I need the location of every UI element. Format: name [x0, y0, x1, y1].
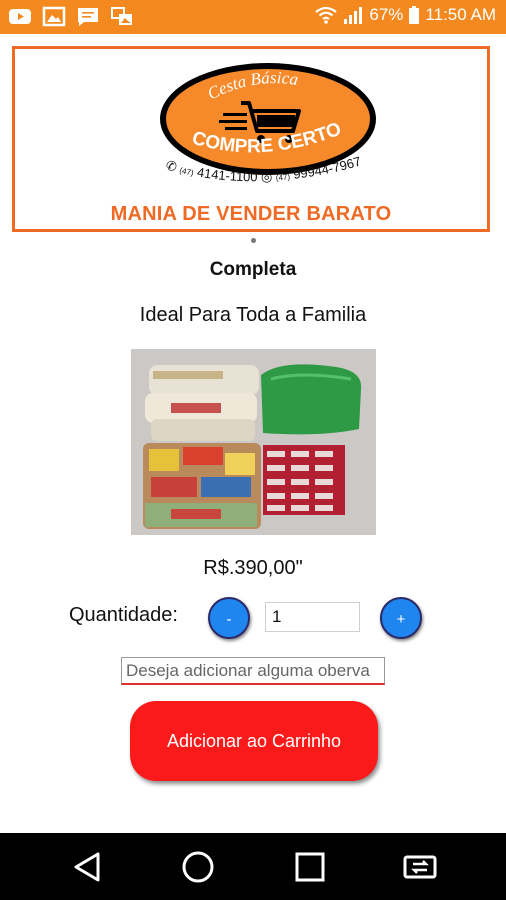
battery-percent: 67%	[369, 5, 404, 24]
store-logo: Cesta Básica COMPRE CERTO ✆ (47) 4141-11…	[160, 63, 376, 185]
product-image	[131, 349, 376, 535]
carousel-indicator	[251, 238, 256, 243]
system-status: 67% 11:50 AM	[315, 5, 496, 25]
switch-icon[interactable]	[402, 849, 438, 885]
store-banner[interactable]: Cesta Básica COMPRE CERTO ✆ (47) 4141-11…	[12, 46, 490, 232]
product-title: Completa	[209, 259, 297, 280]
increase-quantity-button[interactable]: +	[380, 597, 422, 639]
quantity-input[interactable]: 1	[265, 602, 360, 632]
whatsapp-icon: ◎	[261, 169, 277, 185]
decrease-quantity-button[interactable]: -	[208, 597, 250, 639]
observation-input[interactable]: Deseja adicionar alguma oberva	[121, 657, 385, 685]
message-icon	[78, 8, 98, 26]
gallery-icon	[111, 7, 132, 25]
status-bar: 67% 11:50 AM	[0, 0, 506, 34]
product-subtitle: Ideal Para Toda a Familia	[139, 304, 367, 326]
add-to-cart-button[interactable]: Adicionar ao Carrinho	[130, 701, 378, 781]
quantity-label: Quantidade:	[69, 604, 178, 626]
home-icon[interactable]	[180, 849, 216, 885]
youtube-icon	[9, 9, 31, 24]
notification-icons	[8, 6, 134, 27]
store-tagline: MANIA DE VENDER BARATO	[110, 203, 392, 225]
clock: 11:50 AM	[425, 5, 496, 24]
battery-icon	[409, 6, 420, 24]
back-icon[interactable]	[70, 849, 106, 885]
navigation-bar	[0, 833, 506, 900]
product-price: R$.390,00"	[203, 557, 303, 579]
recents-icon[interactable]	[292, 849, 328, 885]
signal-icon	[344, 7, 363, 24]
wifi-icon	[315, 6, 338, 24]
image-icon	[42, 6, 66, 27]
